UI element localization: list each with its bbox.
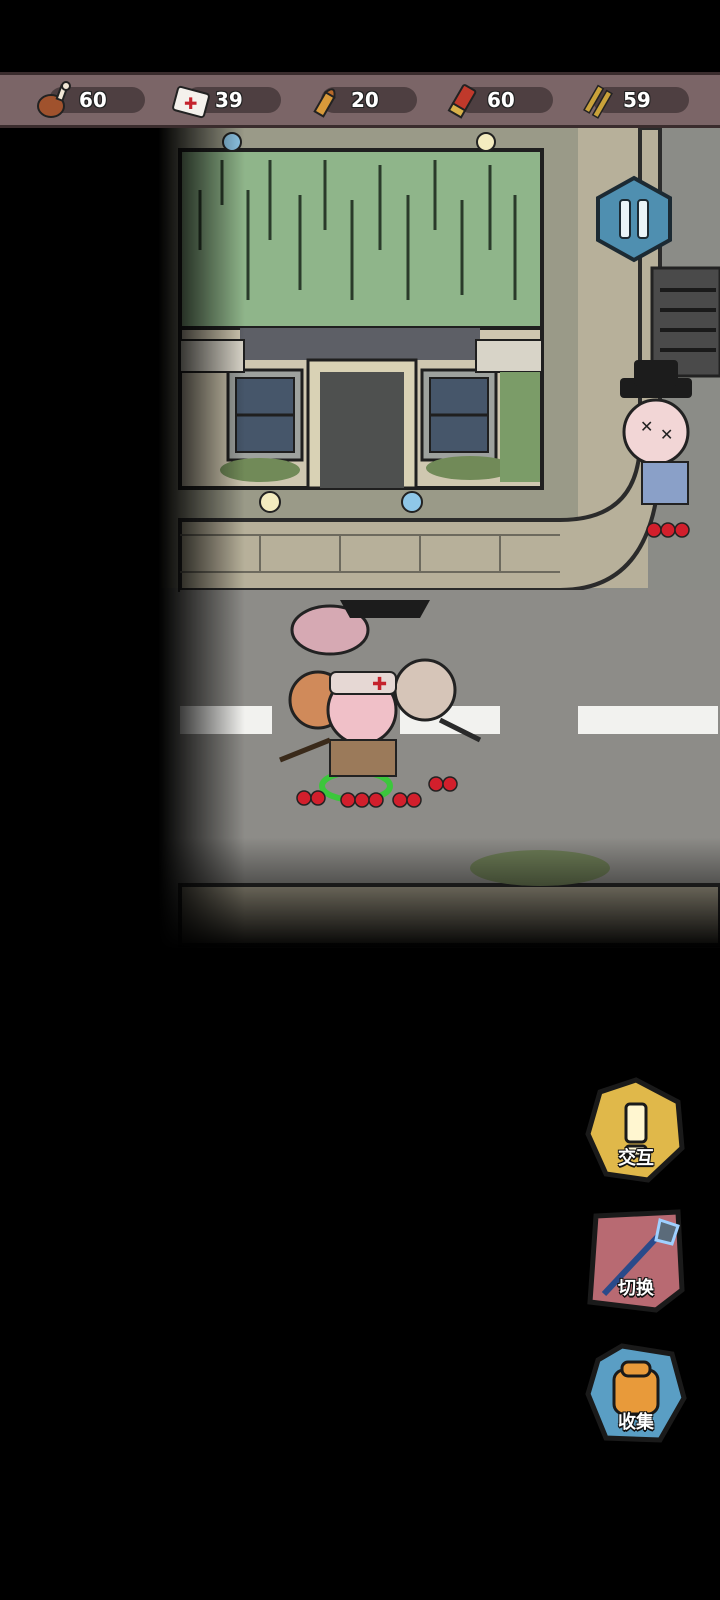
resource-rifle-ammo: 59 <box>573 78 691 122</box>
collect-label: 收集 <box>618 1412 654 1433</box>
resource-bar: 60 ✚ 39 20 60 59 <box>0 72 720 128</box>
switch-label: 切换 <box>618 1278 654 1299</box>
resource-pistol-ammo: 20 <box>301 78 419 122</box>
collect-button[interactable]: 收集 <box>582 1340 690 1448</box>
resource-value: 60 <box>487 88 515 112</box>
interact-button[interactable]: 交互 <box>582 1076 690 1184</box>
meat-drumstick-icon <box>37 81 71 118</box>
pause-button[interactable] <box>596 175 672 263</box>
rifle-bullets-icon <box>583 84 613 119</box>
resource-value: 39 <box>215 88 243 112</box>
resource-shotgun-shells: 60 <box>437 78 555 122</box>
resource-medkit: ✚ 39 <box>165 78 283 122</box>
resource-value: 59 <box>623 88 651 112</box>
shotgun-shell-icon <box>447 84 477 119</box>
resource-food: 60 <box>29 78 147 122</box>
resource-value: 20 <box>351 88 379 112</box>
bullet-icon <box>313 88 336 118</box>
svg-text:✚: ✚ <box>184 94 197 113</box>
resource-value: 60 <box>79 88 107 112</box>
medkit-icon: ✚ <box>172 85 210 119</box>
fog-of-war-bottom <box>0 700 720 950</box>
switch-weapon-button[interactable]: 切换 <box>582 1206 690 1314</box>
interact-label: 交互 <box>618 1148 654 1169</box>
